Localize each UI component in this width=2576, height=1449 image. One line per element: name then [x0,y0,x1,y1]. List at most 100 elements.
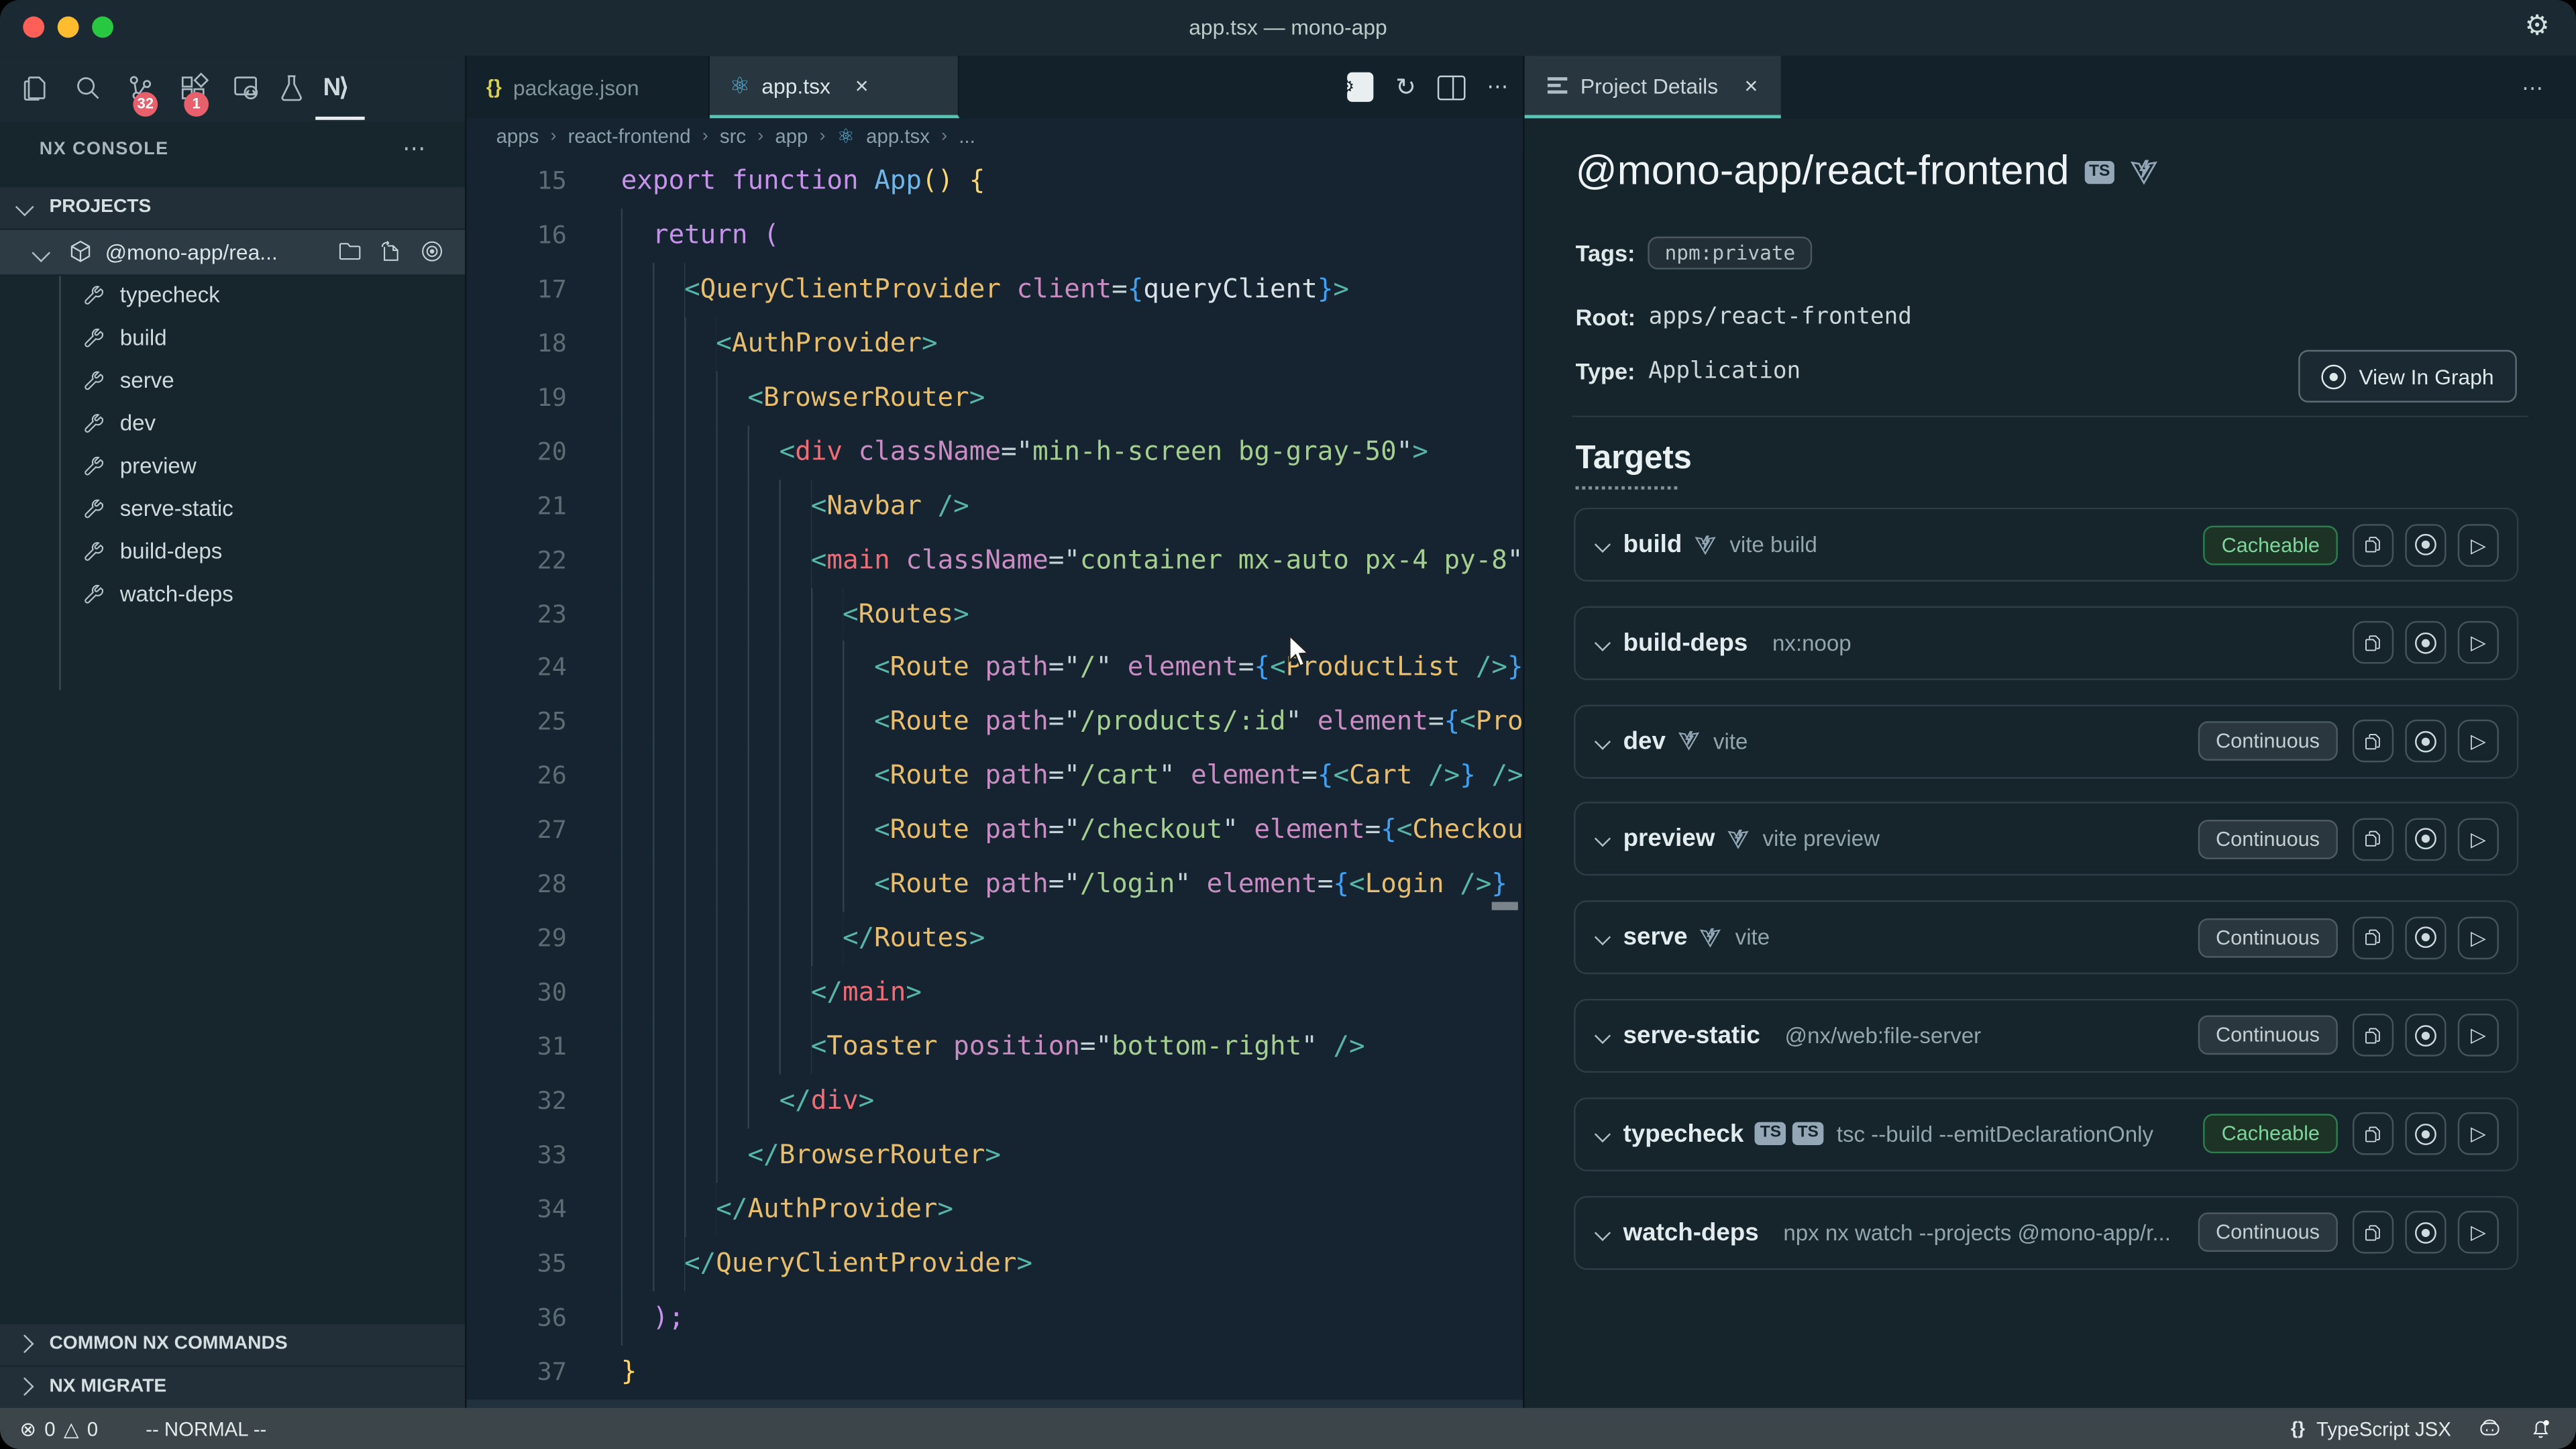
chevron-down-icon[interactable] [1595,733,1611,749]
close-tab-icon[interactable]: × [1744,72,1758,99]
sidebar-target-typecheck[interactable]: typecheck [0,274,465,317]
copy-icon[interactable] [2353,1113,2394,1156]
copy-icon[interactable] [2353,916,2394,959]
sidebar-more-icon[interactable]: ⋯ [402,135,429,163]
chevron-down-icon[interactable] [1595,1126,1611,1142]
chevron-down-icon[interactable] [1595,635,1611,651]
sidebar-target-build[interactable]: build [0,317,465,360]
code-line-26[interactable]: 26<Route path="/cart" element={<Cart />}… [467,750,1523,804]
view-in-graph-button[interactable]: View In Graph [2298,350,2517,402]
tab-app-tsx[interactable]: ⚛ app.tsx × [710,56,959,118]
chevron-down-icon[interactable] [1595,1224,1611,1240]
nx-console-icon[interactable]: N⟩ [317,69,354,105]
target-icon[interactable] [419,238,445,264]
remote-explorer-icon[interactable] [227,69,263,105]
breadcrumb-item[interactable]: apps [496,125,539,148]
run-target-icon[interactable]: ▷ [2458,916,2499,959]
target-card-typecheck[interactable]: typecheckTSTStsc --build --emitDeclarati… [1574,1097,2518,1171]
sidebar-target-serve-static[interactable]: serve-static [0,488,465,531]
code-line-21[interactable]: 21<Navbar /> [467,479,1523,533]
editor-more-actions-icon[interactable]: ⋯ [1487,74,1509,100]
tab-project-details[interactable]: Project Details × [1525,56,1781,118]
code-line-32[interactable]: 32</div> [467,1074,1523,1128]
run-target-icon[interactable]: ▷ [2458,523,2499,566]
code-line-23[interactable]: 23<Routes> [467,588,1523,642]
code-line-25[interactable]: 25<Route path="/products/:id" element={<… [467,696,1523,750]
code-line-20[interactable]: 20<div className="min-h-screen bg-gray-5… [467,425,1523,480]
sidebar-target-serve[interactable]: serve [0,360,465,402]
run-target-icon[interactable]: ▷ [2458,720,2499,763]
project-row[interactable]: @mono-app/rea... [0,230,465,274]
view-in-graph-icon[interactable] [2405,523,2446,566]
nx-migrate-section[interactable]: NX MIGRATE [0,1367,465,1408]
view-in-graph-icon[interactable] [2405,818,2446,861]
chevron-down-icon[interactable] [1595,537,1611,553]
settings-gear-icon[interactable]: ⚙ [2524,10,2549,43]
split-editor-icon[interactable] [1438,74,1466,99]
chevron-down-icon[interactable] [1595,1028,1611,1044]
target-card-dev[interactable]: devviteContinuous▷ [1574,704,2518,778]
folder-icon[interactable] [337,238,363,264]
code-line-19[interactable]: 19<BrowserRouter> [467,371,1523,425]
errors-icon[interactable]: ⊗ [19,1417,36,1440]
language-indicator[interactable]: {} TypeScript JSX [2291,1417,2451,1440]
run-target-icon[interactable]: ▷ [2458,621,2499,664]
breadcrumb-item[interactable]: app [775,125,808,148]
close-tab-icon[interactable]: × [855,72,869,99]
common-nx-commands-section[interactable]: COMMON NX COMMANDS [0,1324,465,1365]
breadcrumb-item[interactable]: react-frontend [568,125,691,148]
breadcrumb[interactable]: apps›react-frontend›src›app›⚛app.tsx›... [467,118,1523,154]
target-card-build[interactable]: buildvite buildCacheable▷ [1574,508,2518,582]
tab-package-json[interactable]: {} package.json [467,56,710,118]
refresh-icon[interactable]: ↻ [1395,72,1416,102]
view-in-graph-icon[interactable] [2405,916,2446,959]
run-target-icon[interactable]: ▷ [2458,818,2499,861]
code-line-24[interactable]: 24<Route path="/" element={<ProductList … [467,641,1523,696]
code-line-18[interactable]: 18<AuthProvider> [467,317,1523,371]
open-project-details-icon[interactable]: ⚙ [1348,72,1374,102]
view-in-graph-icon[interactable] [2405,621,2446,664]
code-line-22[interactable]: 22<main className="container mx-auto px-… [467,533,1523,588]
code-line-28[interactable]: 28<Route path="/login" element={<Login /… [467,858,1523,912]
warnings-icon[interactable]: △ [64,1417,79,1440]
chevron-down-icon[interactable] [1595,929,1611,945]
code-editor[interactable]: 15export function App() {16return (17<Qu… [467,154,1523,1408]
target-card-build-deps[interactable]: build-depsnx:noop▷ [1574,606,2518,680]
code-line-35[interactable]: 35</QueryClientProvider> [467,1236,1523,1291]
target-card-watch-deps[interactable]: watch-depsnpx nx watch --projects @mono-… [1574,1195,2518,1269]
details-more-icon[interactable]: ⋯ [2522,76,2546,102]
breadcrumb-item[interactable]: ... [959,125,975,148]
target-card-serve[interactable]: serveviteContinuous▷ [1574,901,2518,975]
sidebar-target-preview[interactable]: preview [0,445,465,488]
code-line-31[interactable]: 31<Toaster position="bottom-right" /> [467,1020,1523,1075]
run-target-icon[interactable]: ▷ [2458,1014,2499,1057]
code-line-36[interactable]: 36); [467,1291,1523,1345]
sidebar-target-watch-deps[interactable]: watch-deps [0,574,465,616]
copy-icon[interactable] [2353,818,2394,861]
code-line-37[interactable]: 37} [467,1345,1523,1399]
view-in-graph-icon[interactable] [2405,1211,2446,1254]
code-line-34[interactable]: 34</AuthProvider> [467,1183,1523,1237]
code-line-15[interactable]: 15export function App() { [467,154,1523,209]
target-card-serve-static[interactable]: serve-static@nx/web:file-serverContinuou… [1574,999,2518,1073]
warnings-count[interactable]: 0 [87,1417,98,1440]
search-icon[interactable] [69,69,105,105]
sidebar-target-build-deps[interactable]: build-deps [0,531,465,574]
code-line-29[interactable]: 29</Routes> [467,912,1523,966]
breadcrumb-item[interactable]: app.tsx [866,125,930,148]
copy-icon[interactable] [2353,523,2394,566]
target-card-preview[interactable]: previewvite previewContinuous▷ [1574,802,2518,876]
run-target-icon[interactable]: ▷ [2458,1211,2499,1254]
run-target-icon[interactable]: ▷ [2458,1113,2499,1156]
copy-icon[interactable] [2353,621,2394,664]
code-line-38[interactable]: 38 [467,1399,1523,1407]
view-in-graph-icon[interactable] [2405,720,2446,763]
projects-section-header[interactable]: PROJECTS [0,187,465,228]
copy-icon[interactable] [2353,720,2394,763]
sidebar-target-dev[interactable]: dev [0,402,465,445]
change-file-icon[interactable] [378,238,404,264]
code-line-33[interactable]: 33</BrowserRouter> [467,1128,1523,1183]
testing-beaker-icon[interactable] [273,69,309,105]
copy-icon[interactable] [2353,1014,2394,1057]
errors-count[interactable]: 0 [44,1417,55,1440]
